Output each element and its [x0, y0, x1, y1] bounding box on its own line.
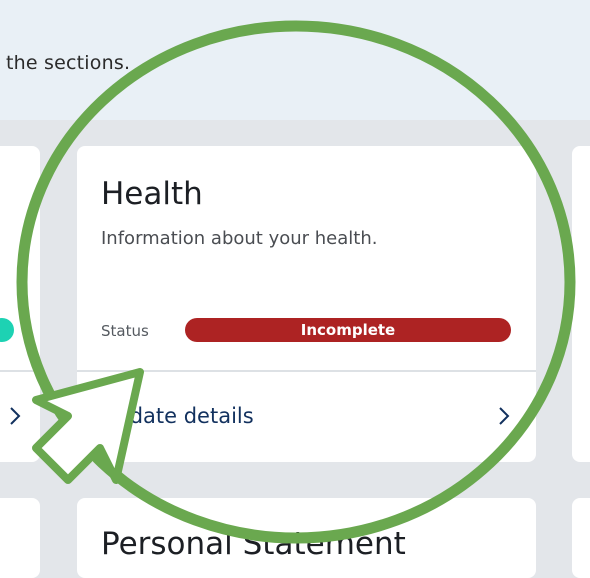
section-card-next — [572, 146, 590, 462]
chevron-right-icon[interactable] — [8, 406, 22, 426]
section-card-personal-statement: Personal Statement — [77, 498, 536, 578]
status-label: Status — [101, 322, 149, 340]
card-divider — [0, 370, 40, 372]
card-description: Information about your health. — [101, 228, 378, 249]
card-title: Health — [101, 176, 203, 212]
card-title: Personal Statement — [101, 526, 406, 562]
instructions-text: the sections. — [6, 52, 131, 74]
section-card-bottom-right — [572, 498, 590, 578]
status-pill-complete — [0, 318, 14, 342]
chevron-right-icon — [497, 406, 511, 426]
section-card-bottom-left — [0, 498, 40, 578]
update-details-label: Update details — [101, 404, 254, 428]
status-badge: Incomplete — [185, 318, 511, 342]
section-card-health: Health Information about your health. St… — [77, 146, 536, 462]
update-details-link[interactable]: Update details — [77, 372, 536, 462]
section-card-previous — [0, 146, 40, 462]
instructions-banner: the sections. — [0, 0, 590, 120]
